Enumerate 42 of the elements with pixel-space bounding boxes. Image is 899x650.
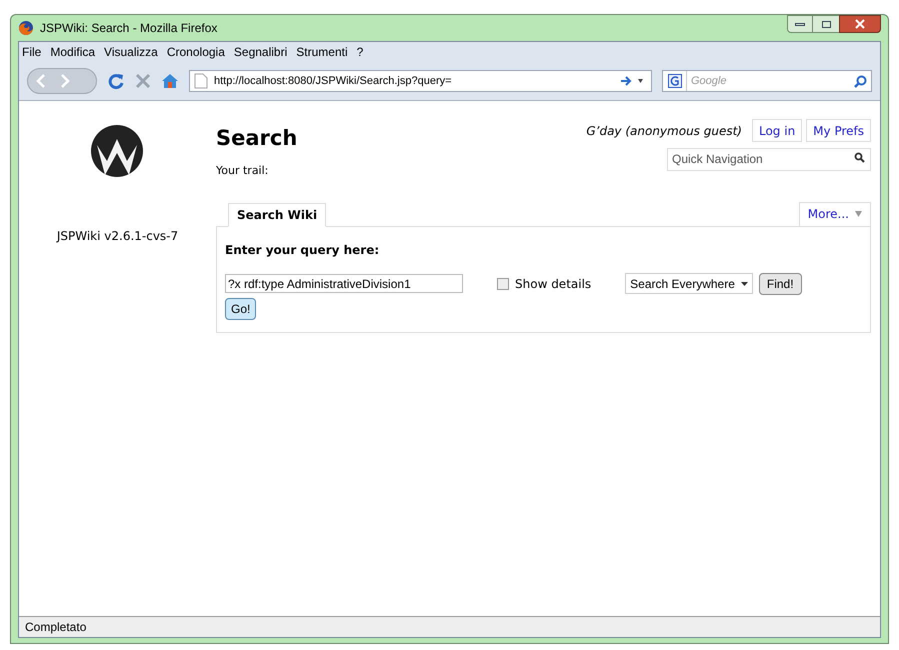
user-link[interactable]: My Prefs	[806, 119, 871, 142]
address-bar[interactable]: http://localhost:8080/JSPWiki/Search.jsp?query=	[189, 70, 652, 92]
maximize-button[interactable]	[813, 15, 839, 33]
user-link[interactable]: Log in	[752, 119, 802, 142]
close-icon	[855, 19, 865, 29]
url-text: http://localhost:8080/JSPWiki/Search.jsp?query=	[214, 74, 452, 89]
menu-item[interactable]: Visualizza	[104, 43, 158, 61]
page-heading: Search	[216, 125, 298, 152]
menu-item[interactable]: Modifica	[50, 43, 96, 61]
page-icon	[194, 73, 208, 89]
dropdown-icon[interactable]	[638, 79, 643, 83]
scope-dropdown[interactable]: Search Everywhere	[625, 273, 753, 294]
search-field[interactable]: Google	[691, 72, 850, 90]
menu-item[interactable]: Cronologia	[166, 43, 225, 61]
search-bar[interactable]: Google	[662, 70, 872, 92]
close-button[interactable]	[839, 15, 881, 33]
show-details-label: Show details	[515, 276, 592, 292]
menu-item[interactable]: Strumenti	[296, 43, 348, 61]
quick-navigation-field[interactable]: Quick Navigation	[667, 148, 871, 170]
search-icon[interactable]	[854, 152, 865, 163]
more-menu[interactable]: More...	[798, 202, 871, 226]
go-button[interactable]: Go!	[225, 298, 256, 320]
query-field[interactable]: ?x rdf:type AdministrativeDivision1	[225, 274, 463, 293]
version-text: JSPWiki v2.6.1-cvs-7	[56, 228, 178, 245]
menu-item[interactable]: ?	[356, 43, 364, 61]
tab[interactable]: Search Wiki	[228, 202, 326, 226]
dropdown-icon	[740, 282, 748, 286]
minimize-button[interactable]	[787, 15, 813, 33]
home-icon[interactable]	[161, 73, 179, 89]
firefox-icon	[18, 20, 34, 36]
menu-item[interactable]: File	[22, 43, 42, 61]
dropdown-icon	[855, 211, 862, 217]
show-details-checkbox[interactable]	[497, 278, 509, 290]
go-arrow-icon[interactable]	[620, 76, 632, 86]
status-text: Completato	[25, 619, 86, 636]
query-prompt: Enter your query here:	[225, 242, 380, 258]
trail-text: Your trail:	[216, 163, 270, 179]
reload-icon[interactable]	[107, 72, 125, 90]
greeting-text: G’day (anonymous guest)	[586, 122, 742, 140]
menu-item[interactable]: Segnalibri	[234, 43, 288, 61]
window-title: JSPWiki: Search - Mozilla Firefox	[40, 20, 218, 37]
find-button[interactable]: Find!	[758, 272, 802, 294]
